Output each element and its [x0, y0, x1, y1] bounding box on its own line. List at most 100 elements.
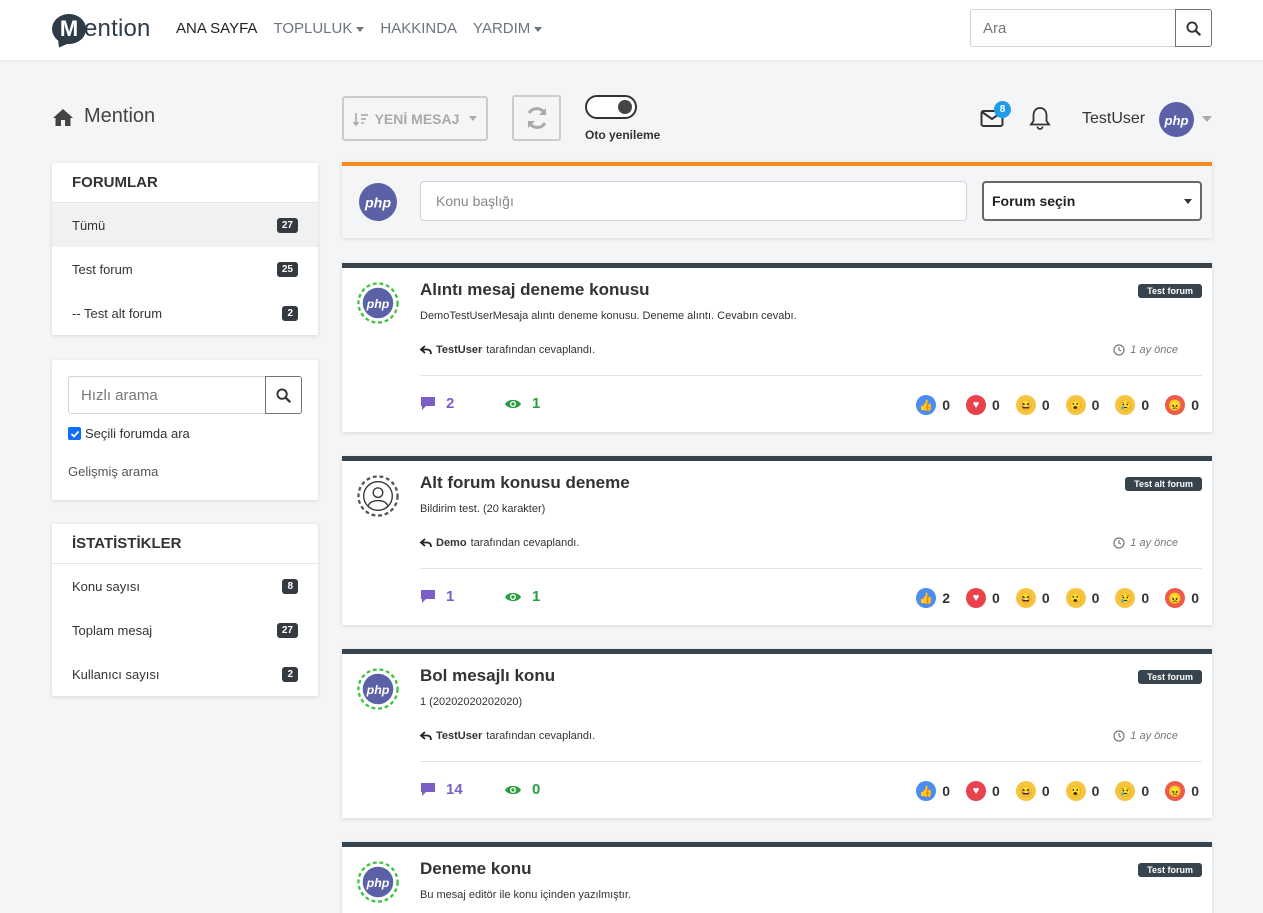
forum-select[interactable]: Forum seçin	[982, 181, 1202, 221]
php-avatar: php	[357, 668, 399, 710]
topic-forum-badge[interactable]: Test forum	[1138, 863, 1202, 877]
topic-divider	[420, 568, 1202, 569]
topic-reactions: 👍 0 ♥ 0 😆 0 😮 0 😢 0 😠 0	[916, 781, 1199, 801]
reaction-angry[interactable]: 😠 0	[1165, 781, 1199, 801]
reaction-sad[interactable]: 😢 0	[1115, 588, 1149, 608]
topic-card[interactable]: Alt forum konusu deneme Test alt forum Bil…	[342, 456, 1212, 625]
reaction-count: 0	[1141, 397, 1150, 413]
breadcrumb[interactable]: Mention	[52, 105, 155, 128]
topic-card[interactable]: php Alıntı mesaj deneme konusu Test forum D…	[342, 263, 1212, 432]
nav-link-community-label: TOPLULUK	[273, 20, 353, 37]
topic-title[interactable]: Deneme konu	[420, 859, 531, 879]
laugh-icon: 😆	[1015, 781, 1036, 801]
notifications-button[interactable]	[1029, 106, 1051, 135]
sad-icon: 😢	[1115, 395, 1136, 415]
username[interactable]: TestUser	[1082, 110, 1145, 128]
main-nav: ANA SAYFA TOPLULUK HAKKINDA YARDIM	[176, 20, 543, 37]
eye-icon	[505, 399, 521, 408]
reaction-angry[interactable]: 😠 0	[1165, 395, 1199, 415]
reaction-count: 0	[1191, 590, 1199, 606]
topic-comments[interactable]: 14	[420, 781, 463, 798]
topic-card[interactable]: php Bol mesajlı konu Test forum 1 (20202020…	[342, 649, 1212, 818]
topic-title[interactable]: Bol mesajlı konu	[420, 666, 555, 686]
topic-comments[interactable]: 2	[420, 395, 454, 412]
stat-count-badge: 8	[282, 578, 298, 594]
user-avatar[interactable]: php	[1159, 102, 1194, 137]
reaction-wow[interactable]: 😮 0	[1065, 781, 1099, 801]
reaction-sad[interactable]: 😢 0	[1115, 395, 1149, 415]
reaction-sad[interactable]: 😢 0	[1115, 781, 1149, 801]
mention-logo[interactable]: M ention	[52, 12, 151, 46]
search-in-forum-checkbox[interactable]	[68, 427, 81, 440]
reaction-wow[interactable]: 😮 0	[1065, 395, 1100, 415]
svg-text:php: php	[366, 876, 390, 890]
svg-text:php: php	[366, 683, 390, 697]
reaction-laugh[interactable]: 😆 0	[1015, 395, 1050, 415]
user-menu-chevron-icon[interactable]	[1202, 116, 1212, 122]
eye-icon	[505, 592, 521, 601]
nav-search-input[interactable]	[970, 9, 1175, 47]
default-user-avatar	[357, 475, 399, 517]
wow-icon: 😮	[1065, 588, 1086, 608]
topic-comments[interactable]: 1	[420, 588, 454, 605]
reaction-count: 0	[1041, 590, 1050, 606]
topic-time: 1 ay önce	[1113, 730, 1178, 742]
topic-forum-badge[interactable]: Test alt forum	[1125, 477, 1202, 491]
reaction-count: 0	[1191, 783, 1199, 799]
auto-refresh-label: Oto yenileme	[585, 128, 661, 142]
reaction-heart[interactable]: ♥ 0	[966, 588, 1000, 608]
topic-card[interactable]: php Deneme konu Test forum Bu mesaj editör …	[342, 842, 1212, 913]
forum-item-test-sub-forum[interactable]: -- Test alt forum 2	[52, 291, 318, 335]
reaction-count: 0	[942, 397, 951, 413]
topic-title[interactable]: Alıntı mesaj deneme konusu	[420, 280, 650, 300]
quick-search-input[interactable]	[68, 376, 265, 414]
reaction-heart[interactable]: ♥ 0	[966, 395, 1000, 415]
reaction-heart[interactable]: ♥ 0	[966, 781, 1000, 801]
reaction-angry[interactable]: 😠 0	[1165, 588, 1199, 608]
topic-last-reply: Demo tarafından cevaplandı.	[420, 537, 579, 549]
mail-count-badge: 8	[994, 101, 1011, 118]
nav-link-about[interactable]: HAKKINDA	[380, 20, 457, 37]
reply-user[interactable]: TestUser	[436, 344, 482, 356]
avatar-text: php	[364, 196, 391, 212]
auto-refresh-toggle[interactable]	[585, 95, 637, 119]
reply-user[interactable]: TestUser	[436, 730, 482, 742]
new-message-button[interactable]: YENİ MESAJ	[342, 96, 488, 141]
angry-icon: 😠	[1165, 781, 1186, 801]
new-topic-bar: php Forum seçin	[342, 162, 1212, 238]
heart-icon: ♥	[966, 781, 987, 801]
comment-count: 2	[446, 395, 455, 412]
topic-forum-badge[interactable]: Test forum	[1138, 284, 1202, 298]
forum-item-all[interactable]: Tümü 27	[52, 203, 318, 247]
logo-bubble: M	[52, 14, 86, 44]
laugh-icon: 😆	[1015, 395, 1036, 415]
topic-title-input[interactable]	[420, 181, 967, 221]
nav-link-help[interactable]: YARDIM	[473, 20, 543, 37]
forum-item-label: -- Test alt forum	[72, 305, 163, 321]
topic-forum-badge[interactable]: Test forum	[1138, 670, 1202, 684]
reaction-wow[interactable]: 😮 0	[1065, 588, 1099, 608]
advanced-search-link[interactable]: Gelişmiş arama	[68, 464, 302, 479]
refresh-button[interactable]	[512, 95, 561, 141]
php-avatar: php	[357, 861, 399, 903]
angry-icon: 😠	[1165, 395, 1186, 415]
topic-divider	[420, 375, 1202, 376]
nav-link-community[interactable]: TOPLULUK	[273, 20, 365, 37]
quick-search-button[interactable]	[265, 376, 302, 414]
forum-item-test-forum[interactable]: Test forum 25	[52, 247, 318, 291]
nav-search-button[interactable]	[1175, 9, 1212, 47]
user-avatar: php	[359, 183, 397, 221]
reaction-laugh[interactable]: 😆 0	[1015, 588, 1050, 608]
topic-last-reply: TestUser tarafından cevaplandı.	[420, 344, 595, 356]
reaction-laugh[interactable]: 😆 0	[1015, 781, 1050, 801]
nav-link-home[interactable]: ANA SAYFA	[176, 20, 257, 37]
topic-last-reply: TestUser tarafından cevaplandı.	[420, 730, 595, 742]
reaction-like[interactable]: 👍 0	[916, 781, 950, 801]
forum-count-badge: 27	[276, 217, 298, 233]
reaction-like[interactable]: 👍 2	[916, 588, 950, 608]
reply-user[interactable]: Demo	[436, 537, 467, 549]
topic-title[interactable]: Alt forum konusu deneme	[420, 473, 630, 493]
home-icon	[53, 108, 73, 126]
reaction-count: 0	[1091, 397, 1100, 413]
reaction-like[interactable]: 👍 0	[916, 395, 950, 415]
